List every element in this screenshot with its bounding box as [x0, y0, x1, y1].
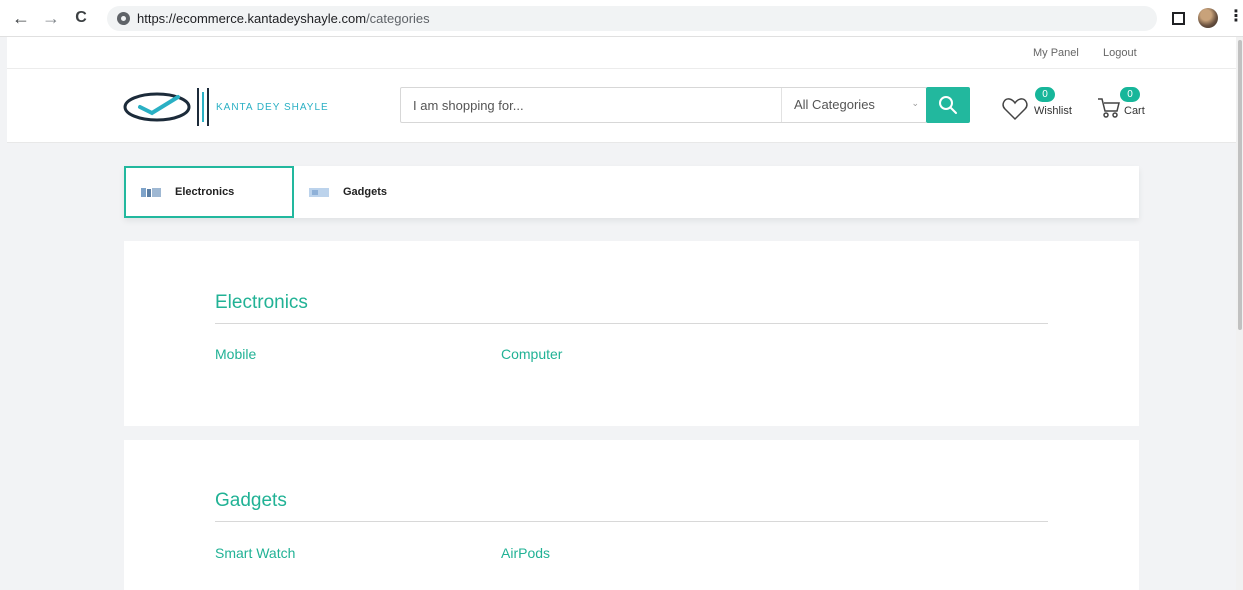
heart-icon [1002, 98, 1028, 121]
back-arrow-icon[interactable]: ← [8, 5, 34, 31]
search-input[interactable] [401, 88, 781, 122]
search-box: All Categories ⌄ [400, 87, 927, 123]
electronics-thumbnail [141, 187, 161, 197]
category-section-electronics: Electronics Mobile Computer [124, 241, 1139, 426]
gadgets-thumbnail [309, 187, 329, 197]
category-section-gadgets: Gadgets Smart Watch AirPods [124, 440, 1139, 590]
logo-bars-icon [197, 88, 209, 126]
section-title[interactable]: Electronics [215, 292, 308, 314]
category-select-value: All Categories [794, 97, 875, 112]
section-divider [215, 521, 1048, 522]
section-divider [215, 323, 1048, 324]
forward-arrow-icon[interactable]: → [38, 5, 64, 31]
subcategory-link-smart-watch[interactable]: Smart Watch [215, 545, 295, 561]
subcategory-link-mobile[interactable]: Mobile [215, 346, 256, 362]
chevron-down-icon: ⌄ [911, 98, 919, 108]
tab-label: Gadgets [343, 186, 388, 198]
cart-button[interactable]: 0 Cart [1097, 87, 1145, 127]
category-tabs: Electronics Gadgets [124, 166, 1139, 218]
cart-count-badge: 0 [1120, 87, 1140, 102]
logo-swoosh-icon [123, 92, 191, 122]
top-utility-bar: My Panel Logout [7, 37, 1236, 69]
browser-toolbar: ← → C https://ecommerce.kantadeyshayle.c… [0, 0, 1243, 37]
url-host: https://ecommerce.kantadeyshayle.com [137, 11, 367, 26]
reload-icon[interactable]: C [68, 5, 94, 31]
url-path: /categories [366, 11, 430, 26]
browser-menu-icon[interactable]: ⋮ [1228, 9, 1243, 25]
section-title[interactable]: Gadgets [215, 490, 287, 512]
logout-link[interactable]: Logout [1103, 47, 1137, 59]
cart-icon [1098, 98, 1120, 118]
wishlist-label: Wishlist [1034, 105, 1072, 117]
address-bar[interactable]: https://ecommerce.kantadeyshayle.com/cat… [107, 6, 1157, 31]
subcategory-link-computer[interactable]: Computer [501, 346, 562, 362]
search-icon [939, 96, 957, 114]
tab-label: Electronics [175, 186, 235, 198]
site-info-icon[interactable] [117, 12, 130, 25]
tab-electronics[interactable]: Electronics [124, 166, 294, 218]
scrollbar-thumb[interactable] [1238, 40, 1242, 330]
logo-text: KANTA DEY SHAYLE [216, 101, 329, 113]
category-select[interactable]: All Categories ⌄ [781, 88, 927, 122]
site-logo[interactable]: KANTA DEY SHAYLE [122, 87, 362, 127]
tab-gadgets[interactable]: Gadgets [294, 166, 464, 218]
page-viewport: My Panel Logout KANTA DEY SHAYLE All Cat… [7, 37, 1236, 590]
subcategory-link-airpods[interactable]: AirPods [501, 545, 550, 561]
site-header: KANTA DEY SHAYLE All Categories ⌄ 0 Wish… [7, 69, 1236, 143]
extension-icon[interactable] [1172, 12, 1185, 25]
profile-avatar[interactable] [1198, 8, 1218, 28]
wishlist-count-badge: 0 [1035, 87, 1055, 102]
cart-label: Cart [1124, 105, 1145, 117]
my-panel-link[interactable]: My Panel [1033, 47, 1079, 59]
wishlist-button[interactable]: 0 Wishlist [1002, 87, 1077, 127]
search-button[interactable] [926, 87, 970, 123]
